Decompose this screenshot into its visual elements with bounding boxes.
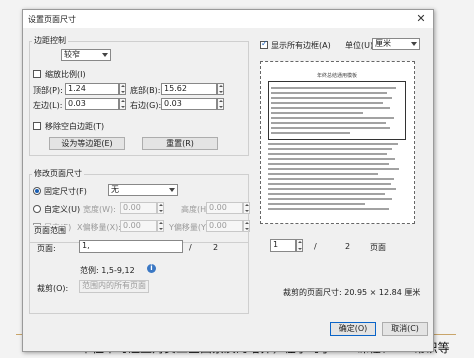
top-margin-spinner[interactable] <box>119 83 126 95</box>
unit-value: 厘米 <box>375 39 391 48</box>
cropped-size-label: 裁剪的页面尺寸: 20.95 × 12.84 厘米 <box>283 288 421 297</box>
width-input[interactable]: 0.00 <box>120 202 157 214</box>
right-margin-label: 右边(G): <box>130 101 162 110</box>
margin-control-title: 边距控制 <box>32 35 68 46</box>
right-margin-input[interactable]: 0.03 <box>161 98 217 110</box>
margin-preset-value: 较窄 <box>64 50 80 59</box>
margin-preset-select[interactable]: 较窄 <box>61 49 111 61</box>
custom-size-label: 自定义(U) <box>44 205 81 214</box>
reset-button[interactable]: 重置(R) <box>142 137 218 150</box>
left-margin-input[interactable]: 0.03 <box>65 98 119 110</box>
page-preview: 年终总结通用模板 <box>260 61 415 224</box>
page-range-input[interactable]: 1, <box>79 240 183 253</box>
preview-text-block <box>268 81 406 140</box>
close-icon[interactable]: ✕ <box>414 12 428 26</box>
cancel-button[interactable]: 取消(C) <box>382 322 428 336</box>
current-page-spinner[interactable] <box>296 239 303 252</box>
page-range-title: 页面范围 <box>32 225 68 236</box>
fixed-size-radio[interactable] <box>33 187 41 195</box>
page-size-dialog: 设置页面尺寸 ✕ 边距控制 较窄 缩放比例(I) 顶部(P): 1.24 底部(… <box>22 9 434 352</box>
height-spinner[interactable] <box>243 202 250 214</box>
equal-margins-button[interactable]: 设为等边距(E) <box>49 137 125 150</box>
left-margin-label: 左边(L): <box>33 101 63 110</box>
fixed-size-value: 无 <box>111 185 119 194</box>
left-margin-spinner[interactable] <box>119 98 126 110</box>
page-range-slash: / <box>189 243 192 252</box>
fixed-size-select[interactable]: 无 <box>108 184 178 196</box>
bottom-margin-label: 底部(B): <box>130 86 161 95</box>
scale-checkbox[interactable] <box>33 70 41 78</box>
show-all-margins-label: 显示所有边框(A) <box>271 41 331 50</box>
title-bar: 设置页面尺寸 ✕ <box>23 10 433 28</box>
info-icon[interactable]: i <box>147 264 156 273</box>
bottom-margin-input[interactable]: 15.62 <box>161 83 217 95</box>
width-label: 宽度(W): <box>83 205 116 214</box>
preview-heading: 年终总结通用模板 <box>316 73 357 79</box>
top-margin-input[interactable]: 1.24 <box>65 83 119 95</box>
crop-select[interactable]: 范围内的所有页面 <box>79 280 149 293</box>
top-margin-label: 顶部(P): <box>33 86 63 95</box>
chevron-down-icon <box>102 53 108 57</box>
unit-select[interactable]: 厘米 <box>372 38 420 50</box>
bottom-margin-spinner[interactable] <box>217 83 224 95</box>
page-range-label: 页面: <box>37 244 56 253</box>
preview-page-content: 年终总结通用模板 <box>268 72 406 213</box>
custom-size-radio[interactable] <box>33 205 41 213</box>
dialog-title: 设置页面尺寸 <box>28 15 76 24</box>
height-input[interactable]: 0.00 <box>206 202 243 214</box>
width-spinner[interactable] <box>157 202 164 214</box>
resize-group-title: 修改页面尺寸 <box>32 168 84 179</box>
right-margin-spinner[interactable] <box>217 98 224 110</box>
navigation-slash: / <box>314 242 317 251</box>
page-range-example: 范例: 1,5-9,12 <box>80 266 135 275</box>
remove-blank-checkbox[interactable] <box>33 122 41 130</box>
chevron-down-icon <box>169 188 175 192</box>
current-page-input[interactable]: 1 <box>270 239 296 252</box>
chevron-down-icon <box>411 42 417 46</box>
ok-button[interactable]: 确定(O) <box>330 322 376 336</box>
crop-value: 范围内的所有页面 <box>82 281 146 290</box>
fixed-size-label: 固定尺寸(F) <box>44 187 87 196</box>
navigation-total: 2 <box>345 242 351 251</box>
crop-label: 裁剪(O): <box>37 284 69 293</box>
navigation-page-unit: 页面 <box>370 243 386 252</box>
page-range-total: 2 <box>213 243 219 252</box>
show-all-margins-checkbox[interactable] <box>260 39 268 49</box>
scale-label: 缩放比例(I) <box>45 70 86 79</box>
remove-blank-label: 移除空白边距(T) <box>45 122 105 131</box>
